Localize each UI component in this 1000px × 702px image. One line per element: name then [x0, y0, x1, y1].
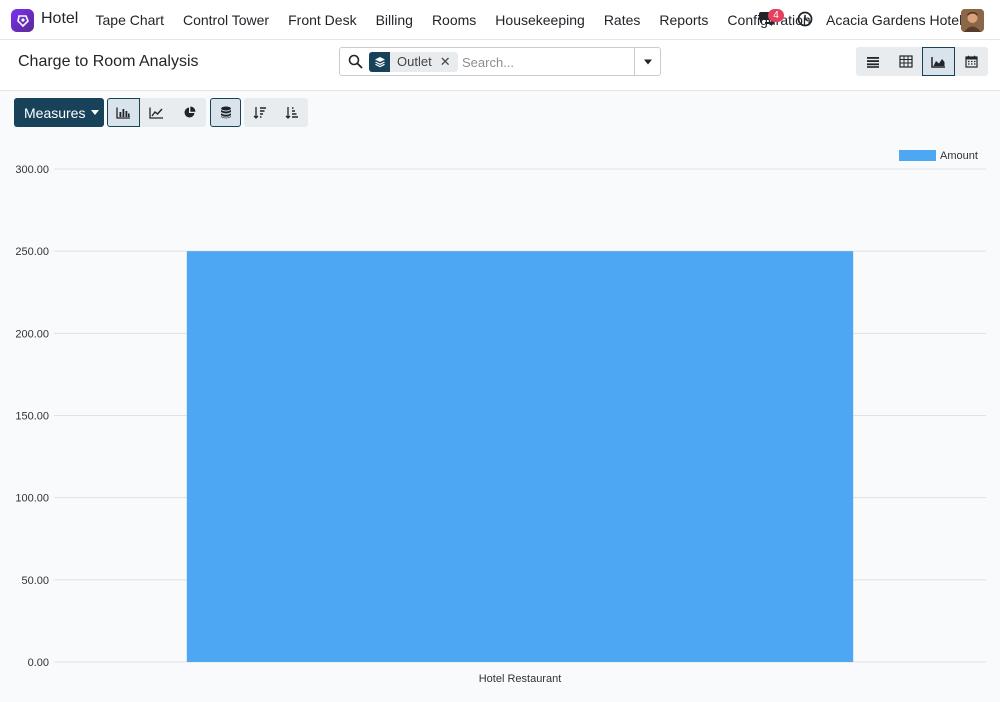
pivot-table-icon	[898, 55, 913, 68]
notification-badge: 4	[768, 9, 784, 22]
bar[interactable]	[186, 251, 854, 662]
activities-button[interactable]	[797, 11, 814, 28]
sort-descending-icon	[253, 107, 266, 119]
bar-chart-icon	[116, 107, 130, 119]
page-title: Charge to Room Analysis	[18, 53, 199, 70]
search-facet: Outlet ✕	[369, 52, 458, 72]
user-avatar[interactable]	[961, 9, 984, 32]
pivot-view-button[interactable]	[889, 47, 922, 76]
search-options-toggle[interactable]	[634, 48, 660, 75]
menu-control-tower[interactable]: Control Tower	[173, 0, 278, 40]
database-icon	[220, 106, 231, 119]
app-name[interactable]: Hotel	[41, 10, 78, 28]
facet-remove-button[interactable]: ✕	[440, 52, 458, 72]
control-panel: Charge to Room Analysis Outlet ✕	[0, 40, 1000, 91]
legend-swatch	[899, 150, 936, 161]
y-tick-label: 250.00	[15, 246, 49, 258]
line-chart-button[interactable]	[140, 98, 173, 127]
hotel-app-icon[interactable]	[11, 9, 34, 32]
sort-group	[244, 98, 308, 127]
view-switcher	[856, 47, 988, 76]
menu-billing[interactable]: Billing	[366, 0, 422, 40]
app-logo-icon	[16, 14, 29, 27]
y-tick-label: 50.00	[21, 575, 49, 587]
company-switcher[interactable]: Acacia Gardens Hotel	[826, 12, 962, 28]
x-tick-label: Hotel Restaurant	[479, 673, 562, 685]
y-tick-label: 300.00	[15, 164, 49, 176]
clock-icon	[797, 11, 813, 27]
menu-reports[interactable]: Reports	[650, 0, 718, 40]
measures-dropdown-button[interactable]: Measures	[14, 98, 104, 127]
menu-housekeeping[interactable]: Housekeeping	[486, 0, 595, 40]
search-bar: Outlet ✕	[339, 47, 661, 76]
menu-front-desk[interactable]: Front Desk	[279, 0, 366, 40]
chart-legend[interactable]: Amount	[899, 150, 978, 162]
y-tick-label: 200.00	[15, 328, 49, 340]
stacked-toggle-button[interactable]	[210, 98, 241, 127]
pie-chart-icon	[184, 106, 196, 118]
pie-chart-button[interactable]	[173, 98, 206, 127]
search-icon[interactable]	[348, 54, 363, 69]
sort-descending-button[interactable]	[244, 98, 276, 127]
legend-label: Amount	[940, 150, 978, 162]
y-tick-label: 100.00	[15, 493, 49, 505]
top-navbar: Hotel Tape Chart Control Tower Front Des…	[0, 0, 1000, 40]
sort-ascending-button[interactable]	[276, 98, 308, 127]
y-axis: 0.00 50.00 100.00 150.00 200.00 250.00 300.00	[15, 164, 49, 669]
menu-rates[interactable]: Rates	[594, 0, 650, 40]
main-menu: Tape Chart Control Tower Front Desk Bill…	[86, 0, 820, 40]
sort-ascending-icon	[285, 107, 298, 119]
user-avatar-icon	[961, 9, 984, 32]
line-chart-icon	[149, 107, 163, 119]
bar-chart-button[interactable]	[107, 98, 140, 127]
stacked-group	[210, 98, 241, 127]
y-tick-label: 150.00	[15, 411, 49, 423]
caret-down-icon	[643, 59, 652, 64]
bar-chart: 0.0050.00100.00150.00200.00250.00300.00 …	[15, 150, 986, 685]
calendar-view-button[interactable]	[955, 47, 988, 76]
y-tick-label: 0.00	[28, 657, 49, 669]
measures-label: Measures	[24, 104, 86, 121]
graph-view-button[interactable]	[922, 47, 955, 76]
search-input[interactable]	[462, 52, 632, 72]
layers-icon	[369, 52, 390, 72]
caret-down-icon	[91, 110, 100, 115]
list-icon	[866, 56, 879, 68]
area-chart-icon	[931, 56, 945, 68]
x-axis: Hotel Restaurant	[479, 673, 562, 685]
menu-rooms[interactable]: Rooms	[422, 0, 485, 40]
menu-tape-chart[interactable]: Tape Chart	[86, 0, 173, 40]
list-view-button[interactable]	[856, 47, 889, 76]
chart-type-group	[107, 98, 206, 127]
facet-label: Outlet	[397, 54, 432, 69]
chart-bars	[186, 251, 854, 662]
calendar-icon	[965, 55, 978, 68]
